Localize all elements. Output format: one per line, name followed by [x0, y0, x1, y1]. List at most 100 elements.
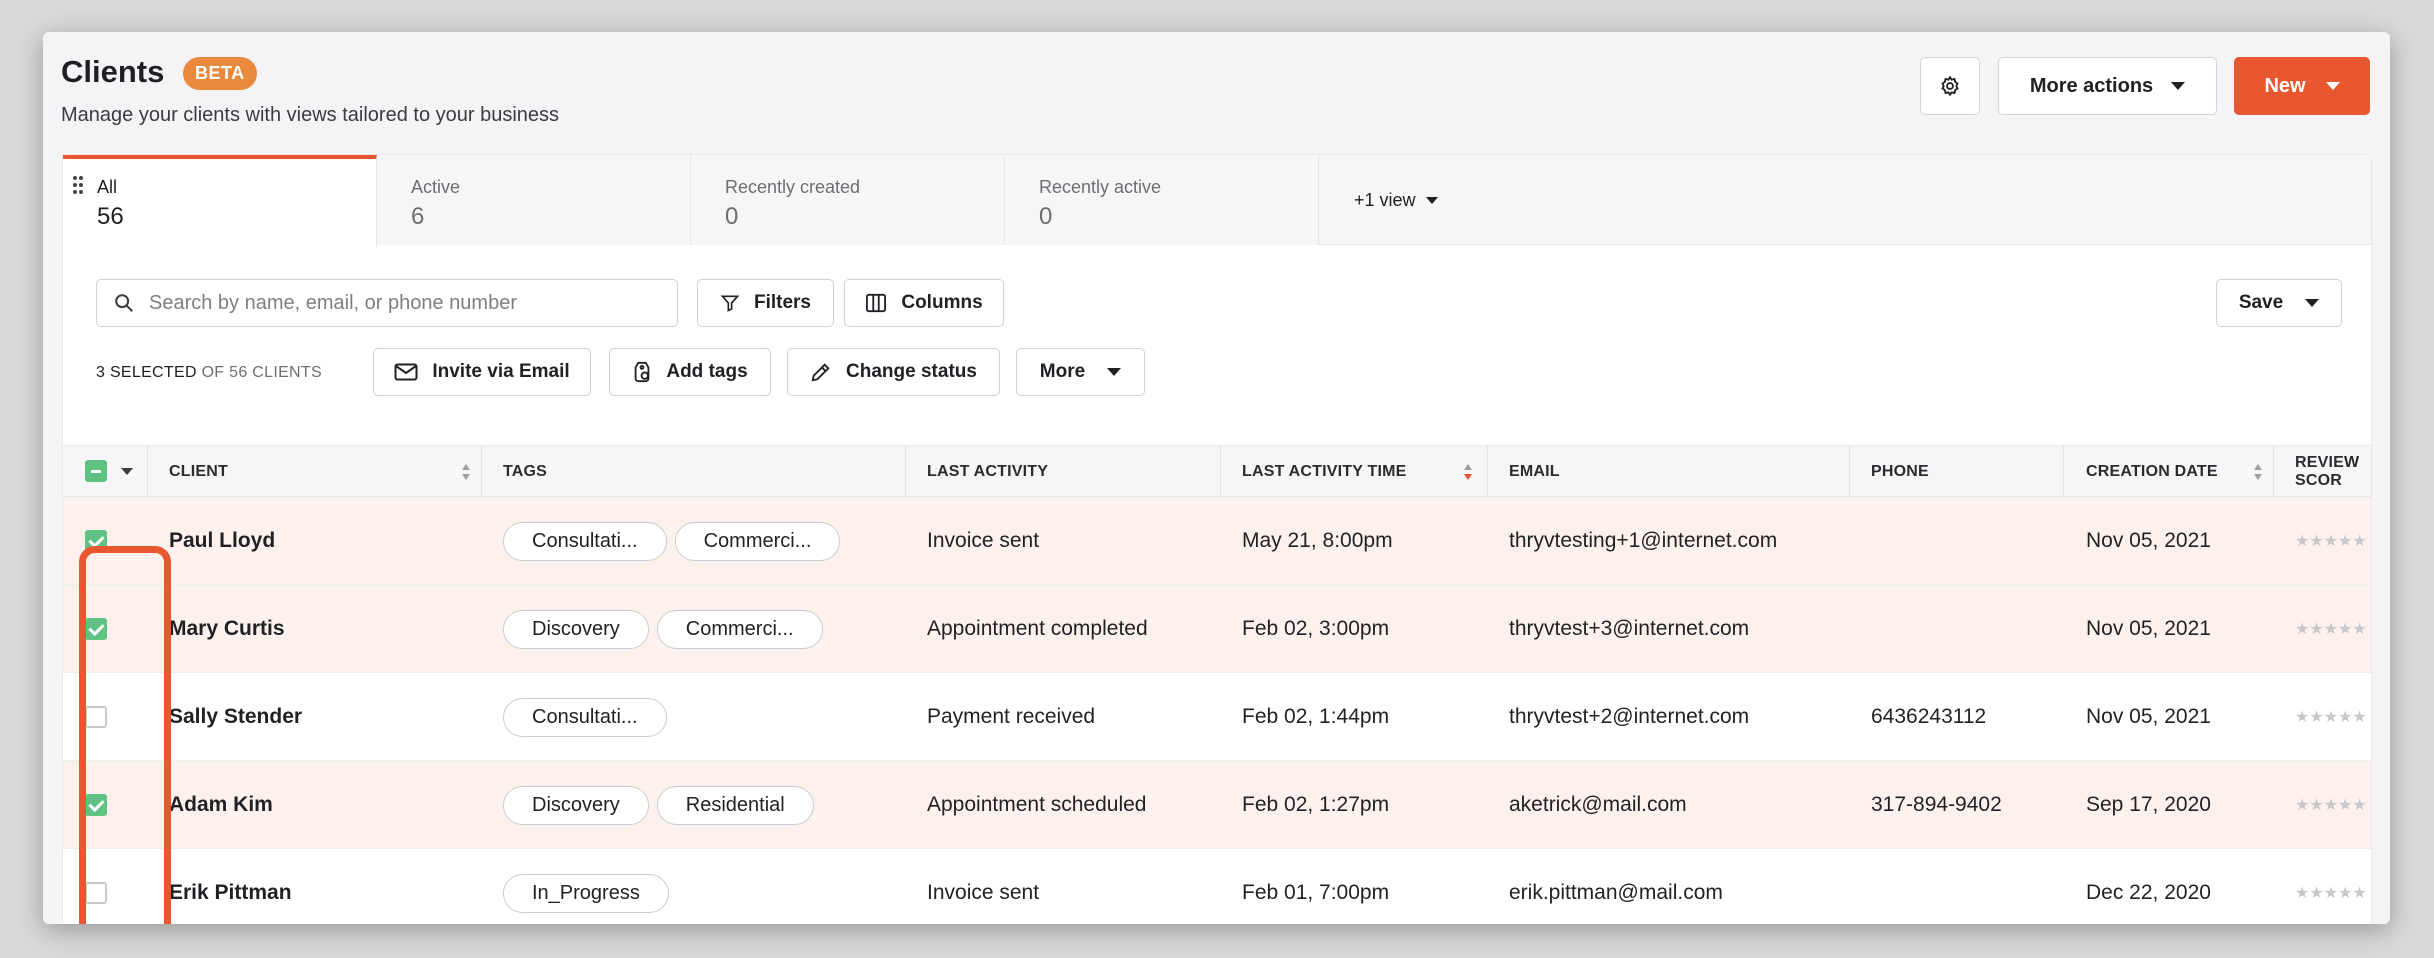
tags-cell: Discovery Residential	[503, 761, 822, 849]
client-name[interactable]: Erik Pittman	[169, 849, 292, 924]
change-status-label: Change status	[846, 361, 977, 382]
column-divider	[2063, 446, 2064, 498]
tag-chip[interactable]: In_Progress	[503, 873, 669, 913]
tag-chip[interactable]: Commerci...	[674, 521, 841, 561]
creation-date: Nov 05, 2021	[2086, 529, 2211, 552]
client-email: thryvtest+2@internet.com	[1509, 705, 1750, 728]
more-actions-button[interactable]: More actions	[1998, 57, 2217, 115]
tab-recently-active[interactable]: Recently active 0	[1005, 155, 1319, 245]
table-header: CLIENT TAGS LAST ACTIVITY LAST ACTIVITY …	[63, 445, 2373, 498]
tab-label: Recently created	[725, 177, 861, 197]
invite-via-email-button[interactable]: Invite via Email	[373, 348, 591, 396]
column-header-email[interactable]: EMAIL	[1509, 446, 1560, 498]
table-row[interactable]: Sally Stender Consultati... Payment receiv…	[63, 673, 2371, 761]
tag-chip[interactable]: Consultati...	[503, 697, 667, 737]
envelope-icon	[394, 363, 418, 381]
tab-active[interactable]: Active 6	[377, 155, 691, 245]
columns-button[interactable]: Columns	[844, 279, 1004, 327]
chevron-down-icon[interactable]	[121, 468, 133, 475]
page-subtitle: Manage your clients with views tailored …	[61, 104, 560, 126]
filters-label: Filters	[753, 292, 812, 313]
search-box[interactable]	[96, 279, 678, 327]
total-count-text: OF 56 CLIENTS	[201, 364, 322, 381]
filters-button[interactable]: Filters	[697, 279, 834, 327]
columns-label: Columns	[901, 292, 983, 313]
extra-views-dropdown[interactable]: +1 view	[1354, 190, 1438, 211]
select-all-checkbox[interactable]	[85, 460, 107, 482]
client-email: thryvtesting+1@internet.com	[1509, 529, 1778, 552]
drag-handle-icon[interactable]	[72, 175, 84, 195]
tag-chip[interactable]: Discovery	[503, 785, 649, 825]
last-activity-time: Feb 02, 1:44pm	[1242, 705, 1390, 728]
chevron-down-icon	[2325, 82, 2340, 90]
column-header-tags[interactable]: TAGS	[503, 446, 547, 498]
change-status-button[interactable]: Change status	[787, 348, 1000, 396]
tag-chip[interactable]: Commerci...	[656, 609, 823, 649]
chevron-down-icon	[2305, 299, 2320, 307]
column-header-creation-date[interactable]: CREATION DATE	[2086, 446, 2218, 498]
review-stars: ★★★★★	[2295, 797, 2367, 814]
app-window: Clients BETA Manage your clients with vi…	[43, 32, 2390, 924]
review-stars: ★★★★★	[2295, 885, 2367, 902]
sort-icon[interactable]	[1463, 463, 1473, 481]
column-header-phone[interactable]: PHONE	[1871, 446, 1929, 498]
settings-button[interactable]	[1920, 57, 1980, 115]
last-activity-time: Feb 02, 3:00pm	[1242, 617, 1390, 640]
sort-icon[interactable]	[461, 463, 471, 481]
column-header-last-activity[interactable]: LAST ACTIVITY	[927, 446, 1048, 498]
tab-all[interactable]: All 56	[63, 155, 377, 246]
table-row[interactable]: Paul Lloyd Consultati... Commerci... Invoic…	[63, 497, 2371, 585]
column-header-last-activity-time[interactable]: LAST ACTIVITY TIME	[1242, 446, 1407, 498]
column-header-client[interactable]: CLIENT	[169, 446, 228, 498]
view-tabs: All 56 Active 6 Recently created 0 Recen…	[63, 155, 2371, 246]
new-button[interactable]: New	[2234, 57, 2370, 115]
add-tags-button[interactable]: Add tags	[609, 348, 771, 396]
table-row[interactable]: Erik Pittman In_Progress Invoice sent Feb 0…	[63, 849, 2371, 924]
selection-count: 3 SELECTED OF 56 CLIENTS	[96, 364, 322, 382]
filter-icon	[720, 295, 740, 312]
new-button-label: New	[2264, 74, 2306, 97]
column-divider	[1220, 446, 1221, 498]
column-divider	[2273, 446, 2274, 498]
selected-count-text: 3 SELECTED	[96, 364, 197, 381]
more-label: More	[1039, 361, 1086, 382]
search-input[interactable]	[149, 291, 649, 315]
save-view-button[interactable]: Save	[2216, 279, 2342, 327]
client-name[interactable]: Sally Stender	[169, 673, 302, 761]
column-header-review-score[interactable]: REVIEW SCOR	[2295, 446, 2373, 498]
column-divider	[1487, 446, 1488, 498]
tag-chip[interactable]: Consultati...	[503, 521, 667, 561]
save-label: Save	[2238, 292, 2284, 313]
table-row[interactable]: Mary Curtis Discovery Commerci... Appointme…	[63, 585, 2371, 673]
page-title: Clients	[61, 54, 165, 89]
creation-date: Nov 05, 2021	[2086, 617, 2211, 640]
last-activity: Appointment scheduled	[927, 793, 1147, 816]
last-activity-time: Feb 01, 7:00pm	[1242, 881, 1390, 904]
client-email: aketrick@mail.com	[1509, 793, 1687, 816]
tab-count: 6	[411, 203, 425, 230]
client-email: thryvtest+3@internet.com	[1509, 617, 1750, 640]
creation-date: Dec 22, 2020	[2086, 881, 2211, 904]
clients-card: All 56 Active 6 Recently created 0 Recen…	[62, 154, 2372, 924]
add-tags-label: Add tags	[666, 361, 748, 382]
client-name[interactable]: Paul Lloyd	[169, 497, 275, 585]
table-row[interactable]: Adam Kim Discovery Residential Appointment …	[63, 761, 2371, 849]
chevron-down-icon	[1107, 368, 1122, 376]
column-divider	[1849, 446, 1850, 498]
tab-count: 56	[97, 203, 124, 230]
client-name[interactable]: Mary Curtis	[169, 585, 285, 673]
client-name[interactable]: Adam Kim	[169, 761, 273, 849]
creation-date: Sep 17, 2020	[2086, 793, 2211, 816]
invite-label: Invite via Email	[432, 361, 570, 382]
chevron-down-icon	[2171, 82, 2186, 90]
last-activity: Invoice sent	[927, 529, 1040, 552]
last-activity: Invoice sent	[927, 881, 1040, 904]
chevron-down-icon	[1425, 197, 1438, 204]
last-activity: Appointment completed	[927, 617, 1148, 640]
tab-recently-created[interactable]: Recently created 0	[691, 155, 1005, 245]
search-icon	[115, 294, 133, 312]
sort-icon[interactable]	[2253, 463, 2263, 481]
tag-chip[interactable]: Residential	[656, 785, 814, 825]
more-button[interactable]: More	[1016, 348, 1145, 396]
tag-chip[interactable]: Discovery	[503, 609, 649, 649]
